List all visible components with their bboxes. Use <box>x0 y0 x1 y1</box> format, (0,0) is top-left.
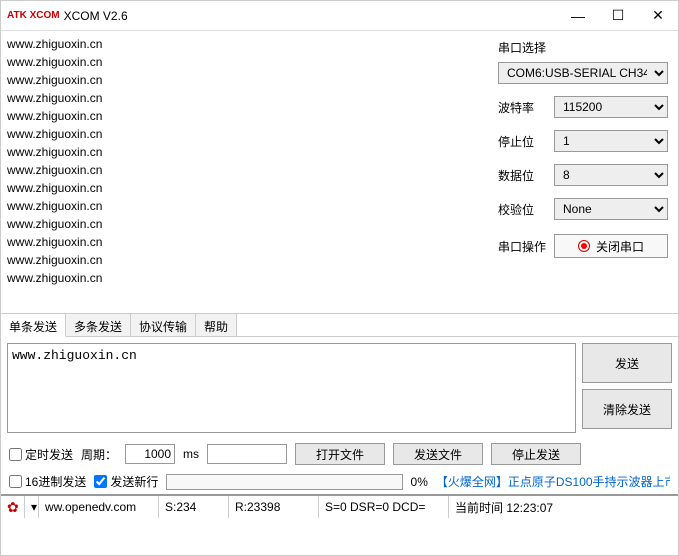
parity-select[interactable]: None <box>554 198 668 220</box>
terminal-line: www.zhiguoxin.cn <box>7 215 482 233</box>
terminal-line: www.zhiguoxin.cn <box>7 269 482 287</box>
file-path-input[interactable] <box>207 444 287 464</box>
timed-send-checkbox[interactable]: 定时发送 <box>9 446 73 463</box>
tab-2[interactable]: 协议传输 <box>131 314 196 336</box>
terminal-line: www.zhiguoxin.cn <box>7 35 482 53</box>
parity-label: 校验位 <box>498 201 554 218</box>
databit-label: 数据位 <box>498 167 554 184</box>
window-title: XCOM V2.6 <box>64 9 558 23</box>
stopbit-label: 停止位 <box>498 133 554 150</box>
send-input[interactable]: www.zhiguoxin.cn <box>7 343 576 433</box>
stopbit-select[interactable]: 1 <box>554 130 668 152</box>
terminal-line: www.zhiguoxin.cn <box>7 197 482 215</box>
status-received: R:23398 <box>229 496 319 518</box>
send-file-button[interactable]: 发送文件 <box>393 443 483 465</box>
titlebar: ATK XCOM XCOM V2.6 — ☐ ✕ <box>1 1 678 31</box>
open-file-button[interactable]: 打开文件 <box>295 443 385 465</box>
baud-label: 波特率 <box>498 99 554 116</box>
status-url: ww.openedv.com <box>39 496 159 518</box>
terminal-line: www.zhiguoxin.cn <box>7 161 482 179</box>
terminal-line: www.zhiguoxin.cn <box>7 71 482 89</box>
gear-icon[interactable]: ✿ <box>7 499 19 516</box>
status-flags: S=0 DSR=0 DCD= <box>319 496 449 518</box>
toggle-port-label: 关闭串口 <box>596 238 644 255</box>
stop-send-button[interactable]: 停止发送 <box>491 443 581 465</box>
send-tabs: 单条发送多条发送协议传输帮助 <box>1 313 678 337</box>
terminal-line: www.zhiguoxin.cn <box>7 53 482 71</box>
terminal-line: www.zhiguoxin.cn <box>7 143 482 161</box>
terminal-line: www.zhiguoxin.cn <box>7 233 482 251</box>
terminal-line: www.zhiguoxin.cn <box>7 89 482 107</box>
send-button[interactable]: 发送 <box>582 343 672 383</box>
newline-checkbox[interactable]: 发送新行 <box>94 473 158 490</box>
clear-send-button[interactable]: 清除发送 <box>582 389 672 429</box>
status-bar: ✿ ▾ ww.openedv.com S:234 R:23398 S=0 DSR… <box>1 494 678 518</box>
status-time: 当前时间 12:23:07 <box>449 496 678 518</box>
terminal-line: www.zhiguoxin.cn <box>7 251 482 269</box>
databit-select[interactable]: 8 <box>554 164 668 186</box>
tab-0[interactable]: 单条发送 <box>1 314 66 337</box>
minimize-button[interactable]: — <box>558 1 598 31</box>
terminal-output[interactable]: www.zhiguoxin.cnwww.zhiguoxin.cnwww.zhig… <box>1 31 488 313</box>
dropdown-icon[interactable]: ▾ <box>25 496 39 518</box>
progress-text: 0% <box>411 475 428 489</box>
marquee-text[interactable]: 【火爆全网】正点原子DS100手持示波器上市 <box>436 473 670 490</box>
terminal-line: www.zhiguoxin.cn <box>7 179 482 197</box>
baud-select[interactable]: 115200 <box>554 96 668 118</box>
period-unit: ms <box>183 447 199 461</box>
progress-bar <box>166 474 402 490</box>
tab-1[interactable]: 多条发送 <box>66 314 131 336</box>
terminal-line: www.zhiguoxin.cn <box>7 125 482 143</box>
port-select[interactable]: COM6:USB-SERIAL CH340 <box>498 62 668 84</box>
port-label: 串口选择 <box>498 39 668 56</box>
period-label: 周期： <box>81 446 117 463</box>
serial-settings-panel: 串口选择 COM6:USB-SERIAL CH340 波特率115200 停止位… <box>488 31 678 313</box>
period-input[interactable] <box>125 444 175 464</box>
toggle-port-button[interactable]: 关闭串口 <box>554 234 668 258</box>
close-button[interactable]: ✕ <box>638 1 678 31</box>
port-status-icon <box>578 240 590 252</box>
terminal-line: www.zhiguoxin.cn <box>7 107 482 125</box>
operation-label: 串口操作 <box>498 238 554 255</box>
tab-3[interactable]: 帮助 <box>196 314 237 336</box>
hex-send-checkbox[interactable]: 16进制发送 <box>9 473 86 490</box>
app-logo: ATK XCOM <box>7 11 60 20</box>
maximize-button[interactable]: ☐ <box>598 1 638 31</box>
status-sent: S:234 <box>159 496 229 518</box>
